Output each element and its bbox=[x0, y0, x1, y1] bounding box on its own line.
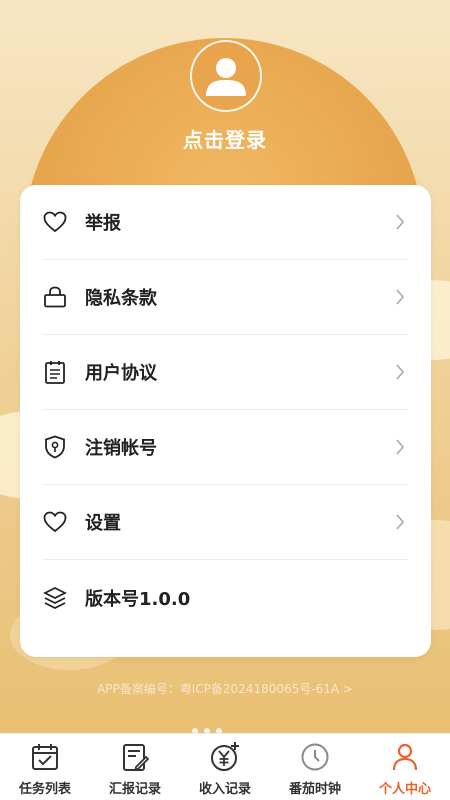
tab-pomodoro-clock[interactable]: 番茄时钟 bbox=[270, 734, 360, 800]
menu-item-label: 设置 bbox=[85, 513, 121, 534]
layers-icon bbox=[42, 585, 68, 611]
icp-record-link[interactable]: APP备案编号：粤ICP备2024180065号-61A > bbox=[0, 680, 450, 697]
tab-label: 番茄时钟 bbox=[288, 782, 341, 797]
menu-item-privacy[interactable]: 隐私条款 bbox=[42, 260, 409, 335]
clipboard-icon bbox=[42, 359, 68, 385]
yen-plus-icon bbox=[208, 740, 242, 774]
menu-item-agreement[interactable]: 用户协议 bbox=[42, 335, 409, 410]
menu-item-report[interactable]: 举报 bbox=[42, 185, 409, 260]
menu-card: 举报 隐私条款 用户协议 注销帐号 设置 版本号1.0.0 bbox=[20, 185, 431, 657]
person-icon bbox=[388, 740, 422, 774]
tab-label: 汇报记录 bbox=[108, 782, 161, 797]
report-edit-icon bbox=[118, 740, 152, 774]
menu-item-delete-account[interactable]: 注销帐号 bbox=[42, 410, 409, 485]
tab-label: 任务列表 bbox=[18, 782, 71, 797]
clock-icon bbox=[298, 740, 332, 774]
chevron-right-icon bbox=[391, 288, 409, 306]
tab-personal-center[interactable]: 个人中心 bbox=[360, 734, 450, 800]
menu-item-label: 用户协议 bbox=[85, 363, 157, 384]
chevron-right-icon bbox=[391, 213, 409, 231]
version-label: 版本号1.0.0 bbox=[85, 588, 191, 610]
login-button[interactable]: 点击登录 bbox=[0, 124, 450, 153]
lock-icon bbox=[42, 284, 68, 310]
avatar[interactable] bbox=[190, 40, 262, 112]
tab-label: 收入记录 bbox=[198, 782, 251, 797]
menu-item-label: 举报 bbox=[85, 213, 121, 234]
tab-label: 个人中心 bbox=[378, 782, 431, 797]
menu-item-settings[interactable]: 设置 bbox=[42, 485, 409, 560]
chevron-right-icon bbox=[391, 513, 409, 531]
tab-task-list[interactable]: 任务列表 bbox=[0, 734, 90, 800]
user-avatar-icon bbox=[206, 58, 246, 96]
shield-icon bbox=[42, 434, 68, 460]
tab-report-records[interactable]: 汇报记录 bbox=[90, 734, 180, 800]
tab-income-records[interactable]: 收入记录 bbox=[180, 734, 270, 800]
calendar-check-icon bbox=[28, 740, 62, 774]
bottom-tab-bar: 任务列表 汇报记录 收入记录 番茄时钟 个人中心 bbox=[0, 733, 450, 800]
menu-item-version: 版本号1.0.0 bbox=[42, 560, 409, 635]
menu-item-label: 隐私条款 bbox=[85, 288, 157, 309]
chevron-right-icon bbox=[391, 363, 409, 381]
menu-item-label: 注销帐号 bbox=[85, 438, 157, 459]
heart-icon bbox=[42, 209, 68, 235]
chevron-right-icon bbox=[391, 438, 409, 456]
heart-icon bbox=[42, 509, 68, 535]
